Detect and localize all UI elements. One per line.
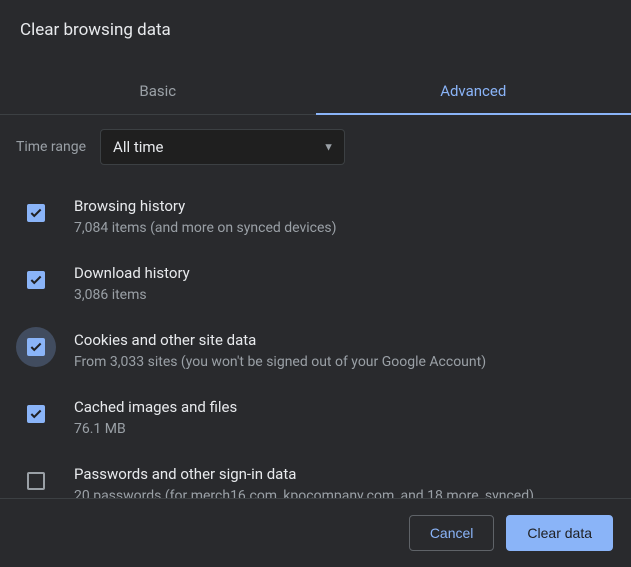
item-text: Passwords and other sign-in data 20 pass… (74, 465, 615, 498)
dialog-header: Clear browsing data (0, 0, 631, 50)
checkbox[interactable] (27, 405, 45, 423)
item-desc: 7,084 items (and more on synced devices) (74, 219, 615, 238)
tab-advanced[interactable]: Advanced (316, 68, 631, 114)
item-title: Browsing history (74, 197, 615, 215)
item-title: Passwords and other sign-in data (74, 465, 615, 483)
list-item: Browsing history 7,084 items (and more o… (16, 189, 615, 256)
checkbox-wrap (16, 260, 56, 300)
cancel-button[interactable]: Cancel (409, 515, 495, 551)
checkbox[interactable] (27, 271, 45, 289)
list-item: Download history 3,086 items (16, 256, 615, 323)
checkbox-wrap (16, 461, 56, 498)
item-desc: 3,086 items (74, 286, 615, 305)
list-item: Cached images and files 76.1 MB (16, 390, 615, 457)
tab-bar: Basic Advanced (0, 68, 631, 115)
checkbox[interactable] (27, 204, 45, 222)
dialog-footer: Cancel Clear data (0, 498, 631, 567)
list-item: Cookies and other site data From 3,033 s… (16, 323, 615, 390)
time-range-label: Time range (16, 139, 86, 155)
list-item: Passwords and other sign-in data 20 pass… (16, 457, 615, 498)
checkbox-wrap (16, 327, 56, 367)
time-range-select[interactable]: All time ▼ (100, 129, 345, 165)
checkbox[interactable] (27, 472, 45, 490)
item-title: Cached images and files (74, 398, 615, 416)
item-text: Cookies and other site data From 3,033 s… (74, 331, 615, 372)
checkbox-wrap (16, 193, 56, 233)
clear-data-button[interactable]: Clear data (506, 515, 613, 551)
time-range-value: All time (113, 138, 163, 156)
dialog-title: Clear browsing data (20, 20, 611, 40)
item-desc: From 3,033 sites (you won't be signed ou… (74, 353, 615, 372)
clear-browsing-data-dialog: Clear browsing data Basic Advanced Time … (0, 0, 631, 567)
item-text: Download history 3,086 items (74, 264, 615, 305)
item-text: Cached images and files 76.1 MB (74, 398, 615, 439)
checkbox-wrap (16, 394, 56, 434)
item-desc: 76.1 MB (74, 420, 615, 439)
item-desc: 20 passwords (for merch16.com, kpocompan… (74, 487, 615, 498)
item-title: Cookies and other site data (74, 331, 615, 349)
time-range-row: Time range All time ▼ (16, 129, 615, 165)
item-text: Browsing history 7,084 items (and more o… (74, 197, 615, 238)
dialog-body: Time range All time ▼ Browsing history 7… (0, 115, 631, 498)
chevron-down-icon: ▼ (323, 141, 334, 154)
checkbox[interactable] (27, 338, 45, 356)
tab-basic[interactable]: Basic (0, 68, 316, 114)
item-title: Download history (74, 264, 615, 282)
